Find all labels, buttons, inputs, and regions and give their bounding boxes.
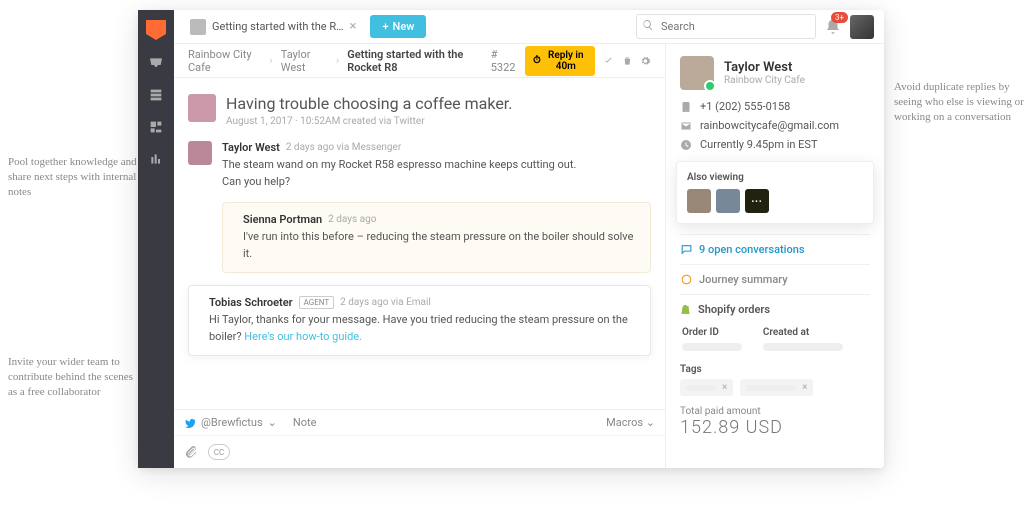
ticket-id: # 5322 <box>491 48 517 74</box>
notifications-icon[interactable]: 3+ <box>824 18 842 36</box>
total-paid-amount: 152.89 USD <box>680 417 870 438</box>
internal-note: Sienna Portman 2 days ago I've run into … <box>222 202 651 273</box>
crumb-person[interactable]: Taylor West <box>281 48 328 74</box>
inbox-icon[interactable] <box>147 54 165 72</box>
msg-author: Taylor West <box>222 141 280 154</box>
reply-timer-label: Reply in 40m <box>545 50 587 72</box>
conversation-subject: Having trouble choosing a coffee maker. <box>226 94 512 113</box>
app-logo-icon[interactable] <box>146 20 166 40</box>
conversation-column: Rainbow City Cafe › Taylor West › Gettin… <box>174 44 666 468</box>
tag-pill[interactable]: × <box>680 379 733 396</box>
user-avatar[interactable] <box>850 15 874 39</box>
close-icon[interactable]: × <box>722 382 727 393</box>
new-button[interactable]: + New <box>370 15 426 38</box>
app-window: Getting started with the R… × + New 3+ R… <box>138 10 884 468</box>
conversation-meta: August 1, 2017 · 10:52AM created via Twi… <box>226 116 512 127</box>
notif-badge: 3+ <box>831 12 848 23</box>
cc-toggle[interactable]: CC <box>208 444 230 460</box>
compose-channel-twitter[interactable]: @Brewfictus ⌄ <box>184 416 277 429</box>
profile-org: Rainbow City Cafe <box>724 75 805 86</box>
note-text: I've run into this before – reducing the… <box>243 229 640 262</box>
trash-icon[interactable] <box>622 54 633 68</box>
profile-phone: +1 (202) 555-0158 <box>680 100 870 113</box>
compose-tab-note[interactable]: Note <box>293 416 317 429</box>
profile-name: Taylor West <box>724 60 805 75</box>
annotation-internal-notes: Pool together knowledge and share next s… <box>8 155 138 200</box>
new-button-label: New <box>393 20 415 33</box>
viewer-avatar[interactable] <box>687 189 711 213</box>
subject-row: Having trouble choosing a coffee maker. … <box>188 94 651 127</box>
msg-meta: 2 days ago via Messenger <box>286 142 401 153</box>
agent-reply: Tobias Schroeter AGENT 2 days ago via Em… <box>188 285 651 356</box>
msg-text: The steam wand on my Rocket R58 espresso… <box>222 157 651 190</box>
content-area: Rainbow City Cafe › Taylor West › Gettin… <box>174 44 884 468</box>
message-customer: Taylor West 2 days ago via Messenger The… <box>188 141 651 190</box>
compose-area: @Brewfictus ⌄ Note Macros ⌄ CC <box>174 409 665 468</box>
also-viewing-card: Also viewing ••• <box>676 161 874 224</box>
col-created-at: Created at <box>763 324 868 341</box>
attach-icon[interactable] <box>184 445 198 459</box>
thread: Having trouble choosing a coffee maker. … <box>174 78 665 409</box>
topbar: Getting started with the R… × + New 3+ <box>174 10 884 44</box>
crumb-org[interactable]: Rainbow City Cafe <box>188 48 261 74</box>
reply-author: Tobias Schroeter <box>209 296 293 309</box>
open-conversations-link[interactable]: 9 open conversations <box>680 234 870 264</box>
total-paid-label: Total paid amount <box>680 406 870 417</box>
shopify-section: Shopify orders <box>680 294 870 322</box>
journey-summary-link[interactable]: Journey summary <box>680 264 870 294</box>
close-icon[interactable]: × <box>349 19 356 34</box>
search-input[interactable] <box>636 14 816 39</box>
profile-email: rainbowcitycafe@gmail.com <box>680 119 870 132</box>
viewer-avatar[interactable] <box>716 189 740 213</box>
agent-badge: AGENT <box>299 296 335 309</box>
tab-avatar <box>190 19 206 35</box>
compose-tabs: @Brewfictus ⌄ Note Macros ⌄ <box>174 410 665 436</box>
note-author: Sienna Portman <box>243 213 322 226</box>
search-icon <box>642 19 654 31</box>
search-wrap <box>636 14 816 39</box>
crumb-title: Getting started with the Rocket R8 <box>347 48 487 74</box>
sidebar-nav <box>138 10 174 468</box>
profile-time: Currently 9.45pm in EST <box>680 138 870 151</box>
viewer-typing[interactable]: ••• <box>745 189 769 213</box>
tab-conversation[interactable]: Getting started with the R… × <box>184 15 362 39</box>
reply-meta: 2 days ago via Email <box>340 297 431 308</box>
tags-label: Tags <box>680 364 870 375</box>
breadcrumb: Rainbow City Cafe › Taylor West › Gettin… <box>174 44 665 78</box>
col-order-id: Order ID <box>682 324 761 341</box>
reply-timer-button[interactable]: ⏱ Reply in 40m <box>525 46 595 76</box>
org-icon[interactable] <box>147 118 165 136</box>
reports-icon[interactable] <box>147 150 165 168</box>
howto-link[interactable]: Here's our how-to guide. <box>244 330 362 343</box>
profile-avatar[interactable] <box>680 56 714 90</box>
note-meta: 2 days ago <box>328 214 376 225</box>
annotation-also-viewing: Avoid duplicate replies by seeing who el… <box>894 80 1024 125</box>
compose-toolbar: CC <box>174 436 665 468</box>
profile-sidebar: Taylor West Rainbow City Cafe +1 (202) 5… <box>666 44 884 468</box>
compose-macros[interactable]: Macros ⌄ <box>606 416 655 429</box>
reply-text: Hi Taylor, thanks for your message. Have… <box>209 312 640 345</box>
tag-pill[interactable]: × <box>740 379 813 396</box>
check-icon[interactable] <box>603 54 614 68</box>
also-viewing-label: Also viewing <box>687 172 863 183</box>
subject-avatar <box>188 94 216 122</box>
users-icon[interactable] <box>147 86 165 104</box>
tab-title: Getting started with the R… <box>212 20 343 33</box>
orders-table: Order IDCreated at <box>680 322 870 356</box>
msg-avatar <box>188 141 212 165</box>
annotation-collaborator: Invite your wider team to contribute beh… <box>8 355 138 400</box>
main-area: Getting started with the R… × + New 3+ R… <box>174 10 884 468</box>
gear-icon[interactable] <box>640 54 651 68</box>
close-icon[interactable]: × <box>802 382 807 393</box>
